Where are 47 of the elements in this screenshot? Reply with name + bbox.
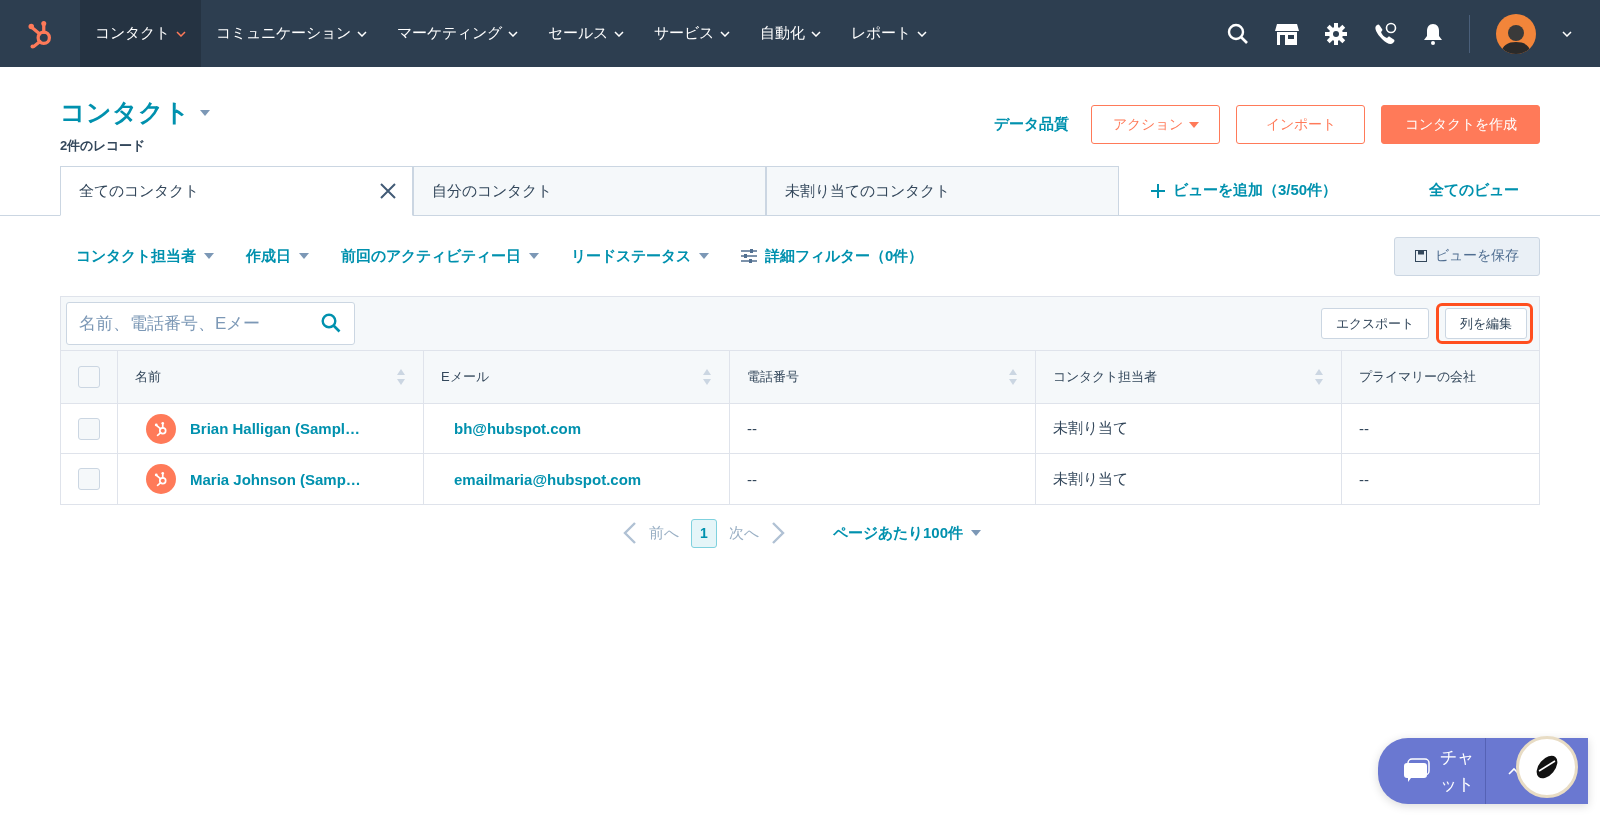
page-size-dropdown[interactable]: ページあたり100件 (817, 523, 997, 543)
nav-item[interactable]: コンタクト (80, 0, 201, 67)
chat-label: チャット (1440, 746, 1475, 796)
search-field[interactable]: 名前、電話番号、Eメー (66, 302, 355, 345)
column-header[interactable]: プライマリーの会社 (1359, 368, 1476, 386)
contact-name-link[interactable]: Maria Johnson (Samp… (190, 470, 361, 488)
data-quality-link[interactable]: データ品質 (988, 115, 1075, 134)
filter-dropdown[interactable]: コンタクト担当者 (60, 246, 230, 266)
owner-cell: 未割り当て (1053, 469, 1128, 489)
owner-cell: 未割り当て (1053, 419, 1128, 438)
nav-item[interactable]: コミュニケーション (201, 0, 382, 67)
filter-dropdown[interactable]: リードステータス (555, 246, 725, 266)
next-page-link[interactable]: 次へ (729, 523, 759, 543)
filter-dropdown[interactable]: 作成日 (230, 246, 325, 266)
nav-item[interactable]: マーケティング (382, 0, 533, 67)
nav-item[interactable]: 自動化 (745, 0, 836, 67)
nav-item[interactable]: サービス (639, 0, 745, 67)
edit-columns-button[interactable]: 列を編集 (1445, 308, 1527, 339)
export-button[interactable]: エクスポート (1321, 308, 1429, 339)
nav-item[interactable]: セールス (533, 0, 639, 67)
view-tab[interactable]: 自分のコンタクト (413, 166, 766, 216)
view-tab[interactable]: 未割り当てのコンタクト (766, 166, 1119, 216)
previous-page-link[interactable]: 前へ (649, 523, 679, 543)
phone-cell: -- (747, 470, 757, 488)
actions-button[interactable]: アクション (1091, 105, 1220, 144)
page-title[interactable]: コンタクト (60, 96, 190, 129)
all-views-link[interactable]: 全てのビュー (1423, 181, 1525, 200)
contact-name-link[interactable]: Brian Halligan (Sampl… (190, 420, 361, 437)
email-link[interactable]: emailmaria@hubspot.com (454, 470, 642, 488)
view-tab[interactable]: 全てのコンタクト (60, 166, 413, 216)
nav-item[interactable]: レポート (836, 0, 942, 67)
page-number-button[interactable]: 1 (691, 518, 717, 548)
column-header[interactable]: 電話番号 (747, 368, 799, 386)
column-header[interactable]: 名前 (135, 368, 161, 386)
create-button[interactable]: コンタクトを作成 (1381, 105, 1540, 144)
phone-cell: -- (747, 420, 757, 437)
import-button[interactable]: インポート (1236, 105, 1365, 144)
company-cell: -- (1359, 420, 1369, 437)
company-cell: -- (1359, 470, 1369, 488)
advanced-filter-button[interactable]: 詳細フィルター（0件） (725, 246, 940, 266)
column-header[interactable]: Eメール (441, 368, 489, 386)
email-link[interactable]: bh@hubspot.com (454, 420, 582, 437)
save-view-button[interactable]: ビューを保存 (1394, 236, 1540, 276)
filter-dropdown[interactable]: 前回のアクティビティー日 (325, 246, 555, 266)
record-count: 2件のレコード (60, 137, 147, 155)
add-view-button[interactable]: ビューを追加（3/50件） (1145, 181, 1344, 200)
column-header[interactable]: コンタクト担当者 (1053, 368, 1157, 386)
